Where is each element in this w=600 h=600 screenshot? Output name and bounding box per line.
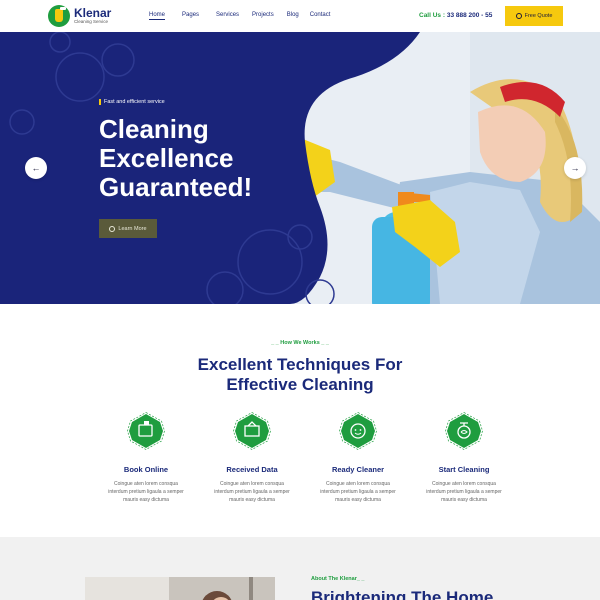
hero-title-line1: Cleaning xyxy=(99,114,209,144)
step-title: Ready Cleaner xyxy=(331,465,385,474)
about-photo-woman xyxy=(169,577,275,600)
about-image-primary xyxy=(85,577,169,600)
step-start-cleaning: Start Cleaning Coingue aten lorem consqu… xyxy=(414,412,514,504)
logo-name: Klenar xyxy=(74,6,112,21)
call-us[interactable]: Call Us : 33 888 200 - 55 xyxy=(419,12,492,19)
step-description: Coingue aten lorem consqua interdum pret… xyxy=(214,481,290,503)
about-section: About The Klenar_ _ Brightening The Home xyxy=(0,537,600,600)
prev-slide-button[interactable]: ← xyxy=(25,157,47,179)
free-quote-label: Free Quote xyxy=(524,13,553,19)
step-book-online: Book Online Coingue aten lorem consqua i… xyxy=(96,412,196,504)
tagline-bar xyxy=(99,99,101,105)
calendar-spray-icon xyxy=(127,412,165,450)
learn-more-label: Learn More xyxy=(118,225,147,232)
about-title: Brightening The Home xyxy=(311,588,494,600)
how-we-works-section: _ _ How We Works _ _ Excellent Technique… xyxy=(0,304,600,537)
step-description: Coingue aten lorem consqua interdum pret… xyxy=(108,481,184,503)
step-ready-cleaner: Ready Cleaner Coingue aten lorem consqua… xyxy=(308,412,408,504)
nav-pages[interactable]: Pages xyxy=(182,12,199,20)
arrow-left-icon: ← xyxy=(31,163,41,173)
logo-subtitle: Cleaning Service xyxy=(74,19,109,25)
tagline-text: Fast and efficient service xyxy=(104,99,165,105)
how-title: Excellent Techniques For Effective Clean… xyxy=(0,355,600,395)
call-label: Call Us : xyxy=(419,12,446,19)
call-number: 33 888 200 - 55 xyxy=(446,12,493,19)
step-title: Start Cleaning xyxy=(438,465,490,474)
nav-home[interactable]: Home xyxy=(149,12,166,20)
learn-circle-icon xyxy=(109,225,116,232)
spray-bottle-icon xyxy=(445,412,483,450)
step-description: Coingue aten lorem consqua interdum pret… xyxy=(426,481,502,503)
how-title-line2: Effective Cleaning xyxy=(226,375,374,394)
data-box-icon xyxy=(233,412,271,450)
step-title: Book Online xyxy=(123,465,169,474)
arrow-right-icon: → xyxy=(570,163,580,173)
how-title-line1: Excellent Techniques For xyxy=(197,355,403,374)
logo-spray-icon xyxy=(48,5,70,27)
nav-projects[interactable]: Projects xyxy=(252,12,274,20)
step-received-data: Received Data Coingue aten lorem consqua… xyxy=(202,412,302,504)
about-image-secondary xyxy=(169,577,275,600)
hero-title-line3: Guaranteed! xyxy=(99,172,253,202)
how-eyebrow: _ _ How We Works _ _ xyxy=(271,340,329,346)
hero-slider: Fast and efficient service Cleaning Exce… xyxy=(0,32,600,304)
hero-title-line2: Excellence xyxy=(99,143,234,173)
next-slide-button[interactable]: → xyxy=(564,157,586,179)
quote-circle-icon xyxy=(515,13,522,19)
cleaner-face-icon xyxy=(339,412,377,450)
step-title: Received Data xyxy=(226,465,278,474)
main-nav: Home Pages Services Projects Blog Contac… xyxy=(149,12,330,20)
nav-services[interactable]: Services xyxy=(216,12,239,20)
hero-tagline: Fast and efficient service xyxy=(99,99,165,105)
nav-blog[interactable]: Blog xyxy=(287,12,299,20)
about-eyebrow: About The Klenar_ _ xyxy=(311,576,365,582)
site-header: Klenar Cleaning Service Home Pages Servi… xyxy=(0,0,600,32)
free-quote-button[interactable]: Free Quote xyxy=(505,6,563,26)
learn-more-button[interactable]: Learn More xyxy=(99,219,157,238)
step-description: Coingue aten lorem consqua interdum pret… xyxy=(320,481,396,503)
hero-title: Cleaning Excellence Guaranteed! xyxy=(99,115,309,202)
logo[interactable]: Klenar Cleaning Service xyxy=(48,5,111,27)
nav-contact[interactable]: Contact xyxy=(310,12,331,20)
